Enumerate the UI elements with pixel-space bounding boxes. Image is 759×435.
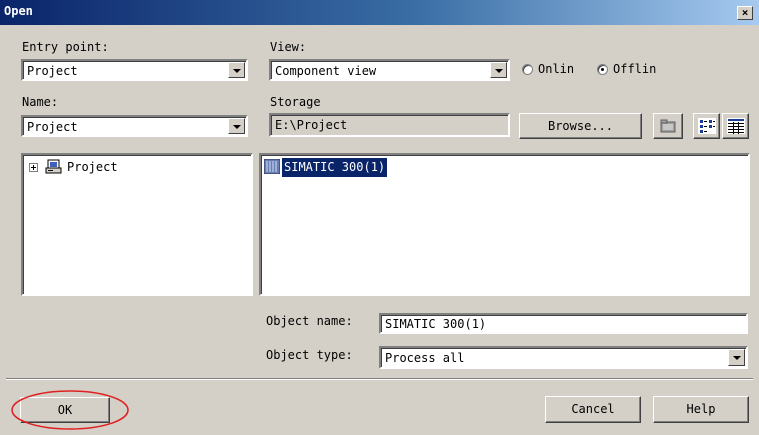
- dropdown-arrow-icon[interactable]: [228, 118, 245, 134]
- storage-field: E:\Project: [269, 113, 510, 137]
- offline-radio-label[interactable]: Offlin: [613, 62, 656, 76]
- details-view-icon: [727, 118, 745, 134]
- close-icon: ×: [741, 6, 749, 19]
- storage-value: E:\Project: [275, 118, 348, 132]
- view-label: View:: [270, 40, 307, 54]
- entry-point-value: Project: [27, 64, 78, 78]
- details-view-button[interactable]: [722, 113, 749, 139]
- object-type-combo[interactable]: Process all: [379, 346, 748, 369]
- dropdown-arrow-icon[interactable]: [228, 62, 245, 78]
- storage-label: Storage: [270, 95, 321, 109]
- object-type-value: Process all: [385, 351, 465, 365]
- view-combo[interactable]: Component view: [269, 59, 510, 81]
- offline-radio[interactable]: [597, 64, 608, 75]
- browse-button[interactable]: Browse...: [519, 113, 642, 139]
- new-folder-button[interactable]: [653, 113, 683, 139]
- online-radio-label[interactable]: Onlin: [538, 62, 574, 76]
- list-item-label: SIMATIC 300(1): [282, 158, 388, 177]
- object-type-label: Object type:: [266, 348, 353, 362]
- project-tree[interactable]: Project: [21, 153, 253, 296]
- tree-root-label[interactable]: Project: [67, 160, 118, 174]
- object-name-input[interactable]: SIMATIC 300(1): [379, 313, 748, 334]
- object-name-value: SIMATIC 300(1): [385, 317, 487, 331]
- station-icon: [264, 159, 280, 174]
- browse-label: Browse...: [547, 119, 614, 133]
- entry-point-combo[interactable]: Project: [21, 59, 248, 81]
- list-view-icon: [698, 118, 716, 134]
- name-value: Project: [27, 120, 78, 134]
- close-button[interactable]: ×: [737, 6, 753, 20]
- name-label: Name:: [22, 95, 59, 109]
- cancel-label: Cancel: [571, 402, 615, 416]
- online-radio[interactable]: [522, 64, 533, 75]
- cancel-button[interactable]: Cancel: [545, 396, 641, 423]
- radio-selected-dot: [601, 68, 604, 71]
- object-list[interactable]: SIMATIC 300(1): [259, 153, 750, 296]
- entry-point-label: Entry point:: [22, 40, 109, 54]
- folder-icon: [660, 119, 676, 133]
- window-title: Open: [4, 4, 33, 18]
- dropdown-arrow-icon[interactable]: [728, 349, 745, 366]
- list-view-button[interactable]: [693, 113, 720, 139]
- view-value: Component view: [275, 64, 377, 78]
- highlight-ring: [11, 390, 129, 430]
- name-combo[interactable]: Project: [21, 115, 248, 137]
- object-name-label: Object name:: [266, 314, 353, 328]
- separator: [6, 378, 753, 380]
- expand-plus-icon[interactable]: [29, 163, 38, 172]
- help-label: Help: [686, 402, 716, 416]
- project-icon: [45, 159, 62, 174]
- dropdown-arrow-icon[interactable]: [490, 62, 507, 78]
- title-bar[interactable]: Open: [0, 0, 759, 25]
- help-button[interactable]: Help: [653, 396, 749, 423]
